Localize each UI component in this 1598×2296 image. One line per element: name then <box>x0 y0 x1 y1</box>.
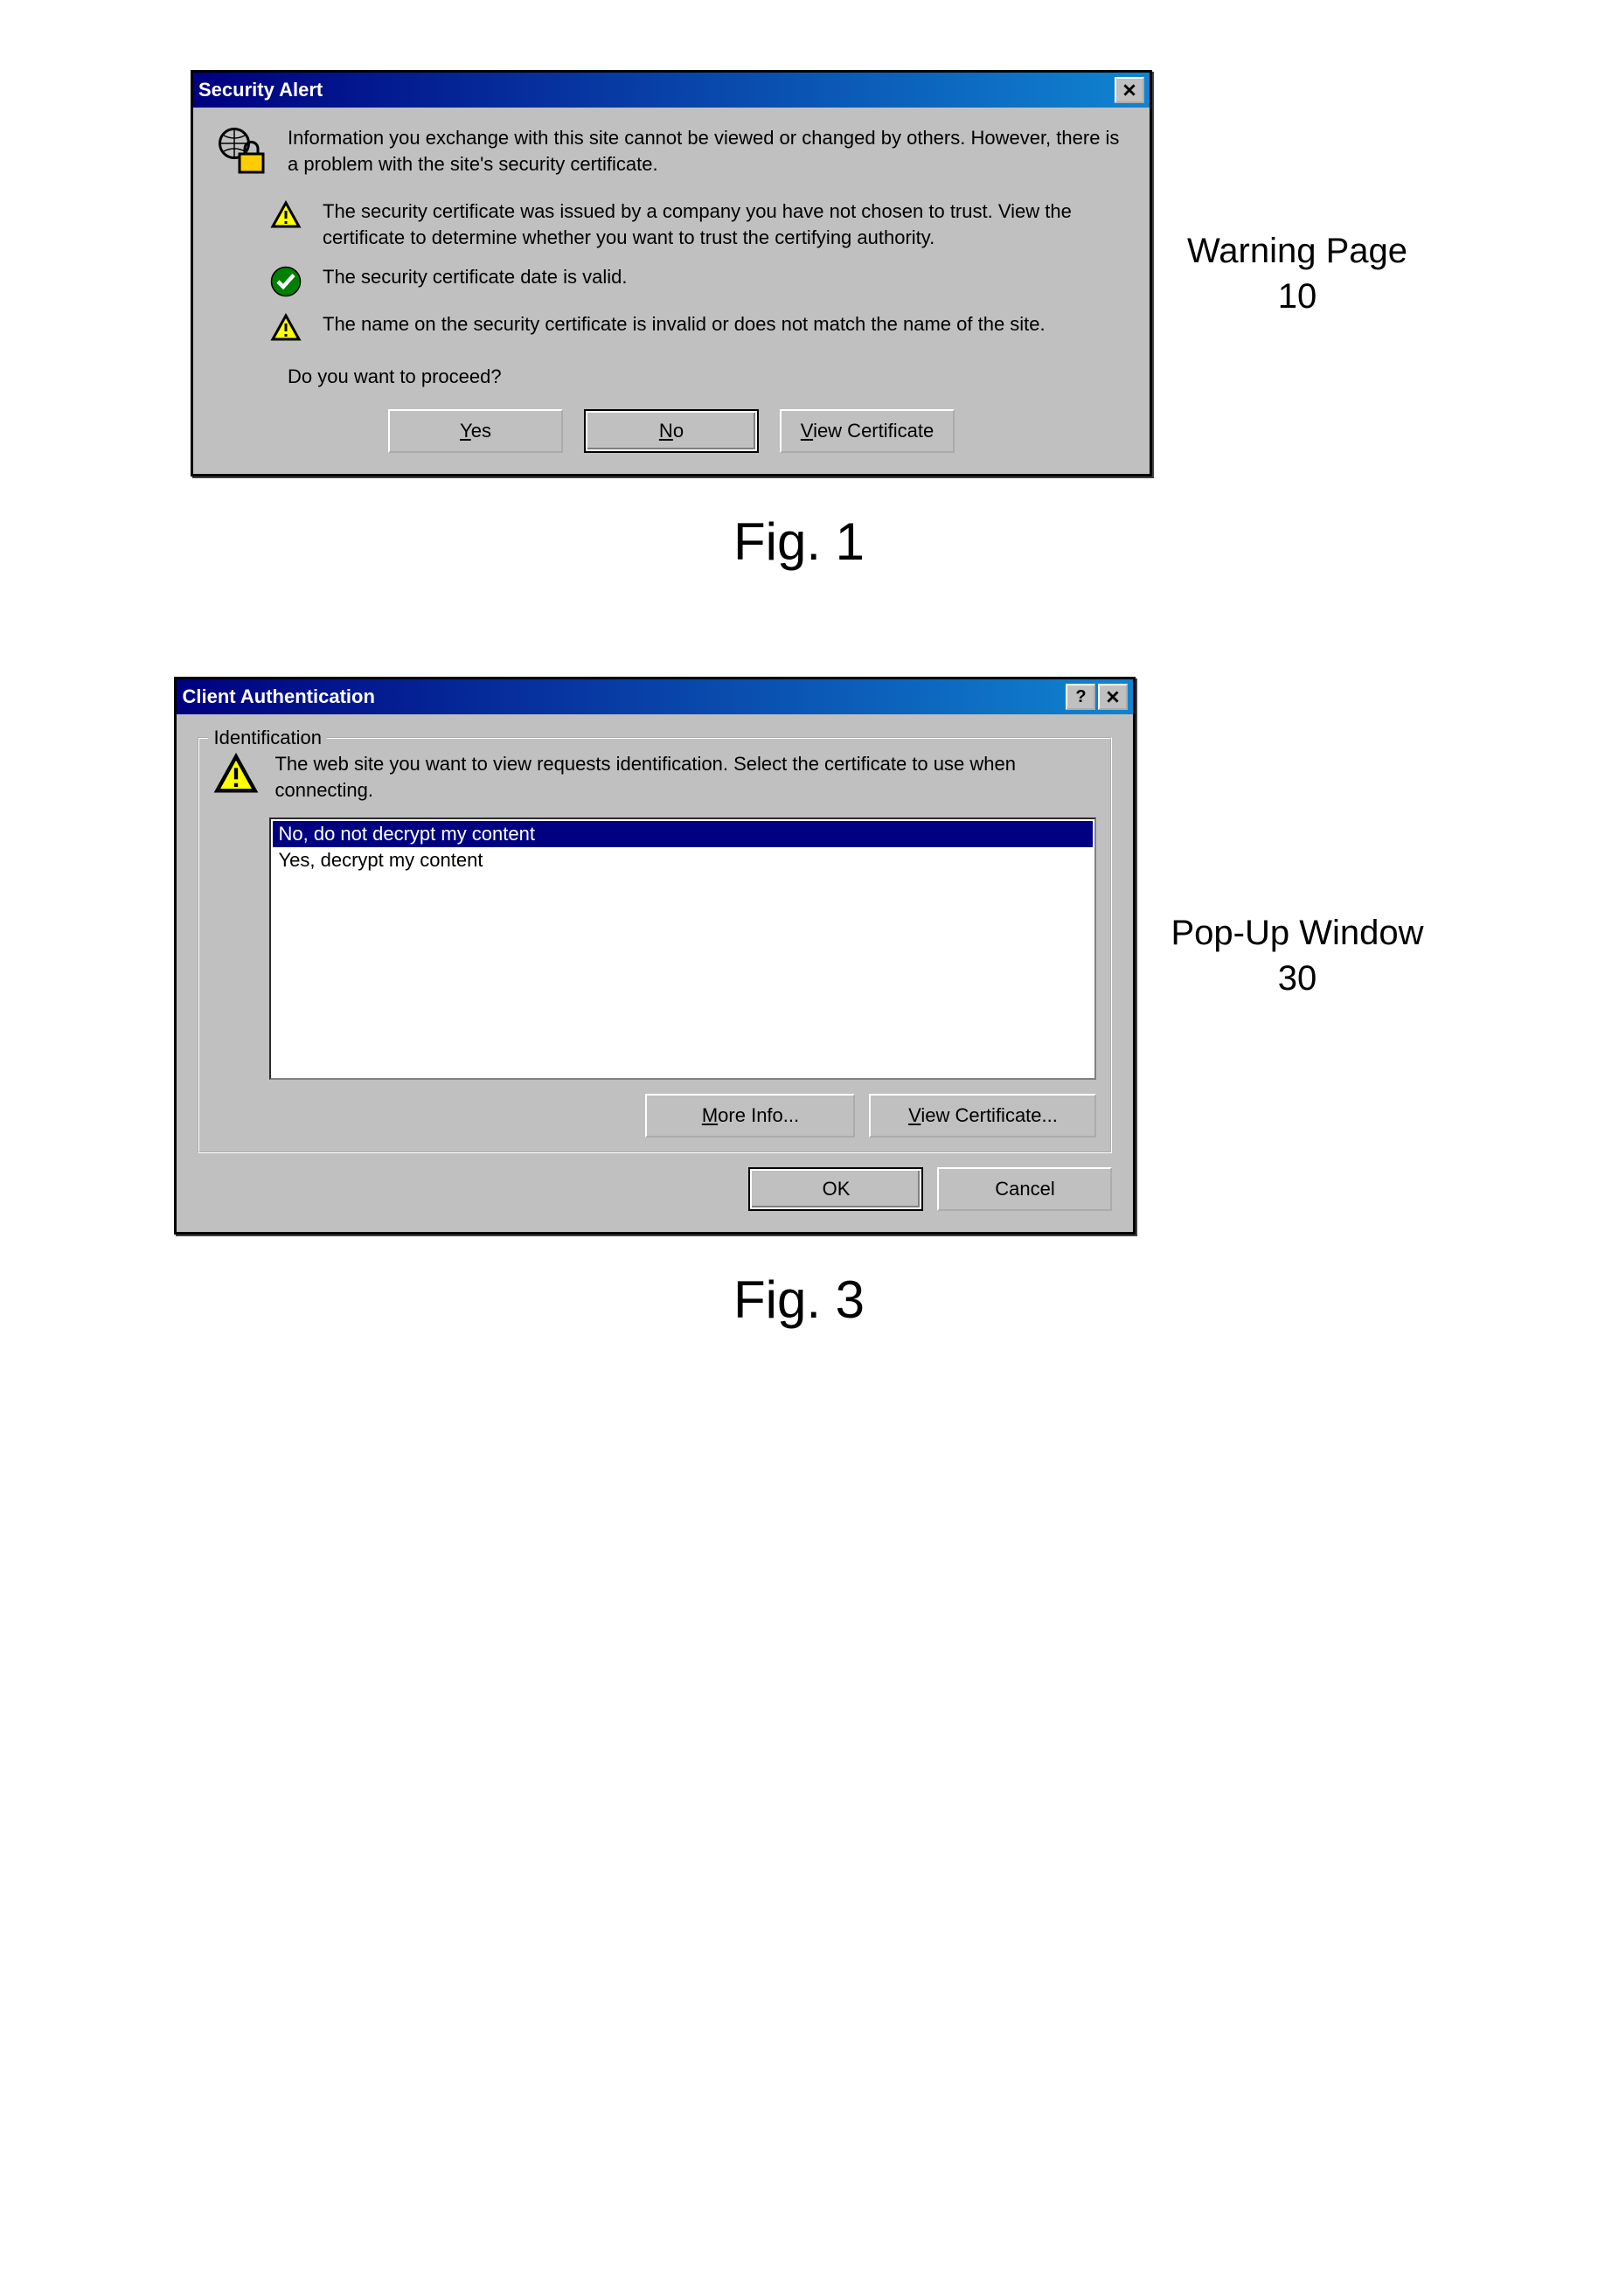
ok-label: OK <box>823 1178 851 1200</box>
proceed-text: Do you want to proceed? <box>288 365 1129 388</box>
more-info-button[interactable]: More Info... <box>645 1094 855 1138</box>
identification-group: Identification The web site you want to … <box>198 737 1112 1152</box>
side-annotation: Pop-Up Window 30 <box>1171 910 1423 1001</box>
view-certificate-button[interactable]: View Certificate... <box>869 1094 1096 1138</box>
side-annotation-line1: Warning Page <box>1187 228 1407 274</box>
cert-date-text: The security certificate date is valid. <box>323 264 627 297</box>
dialog-body: Information you exchange with this site … <box>193 108 1150 474</box>
certificate-listbox[interactable]: No, do not decrypt my content Yes, decry… <box>269 818 1096 1080</box>
intro-text: Information you exchange with this site … <box>288 125 1129 177</box>
checkmark-icon <box>270 266 302 297</box>
close-icon[interactable] <box>1115 77 1144 103</box>
warning-icon <box>270 200 302 232</box>
no-button[interactable]: No <box>584 409 759 453</box>
cert-issuer-row: The security certificate was issued by a… <box>270 198 1129 250</box>
title-text: Client Authentication <box>182 685 1063 708</box>
client-auth-dialog: Client Authentication ? Identification <box>174 677 1136 1234</box>
view-certificate-label: View Certificate... <box>908 1104 1058 1127</box>
figure-caption: Fig. 1 <box>733 511 865 572</box>
titlebar: Client Authentication ? <box>177 679 1133 714</box>
instructions-text: The web site you want to view requests i… <box>274 751 1096 803</box>
help-icon[interactable]: ? <box>1066 684 1095 710</box>
cert-name-row: The name on the security certificate is … <box>270 311 1129 344</box>
no-button-label: No <box>659 420 684 442</box>
group-title: Identification <box>208 727 327 749</box>
side-annotation-line2: 30 <box>1171 956 1423 1001</box>
titlebar: Security Alert <box>193 73 1150 108</box>
view-certificate-label: View Certificate <box>801 420 934 442</box>
ok-button[interactable]: OK <box>748 1167 923 1211</box>
security-alert-dialog: Security Alert <box>191 70 1152 477</box>
view-certificate-button[interactable]: View Certificate <box>780 409 955 453</box>
figure-caption: Fig. 3 <box>733 1270 865 1330</box>
lock-globe-icon <box>214 125 270 177</box>
yes-button-label: Yes <box>460 420 491 442</box>
cert-issuer-text: The security certificate was issued by a… <box>323 198 1129 250</box>
title-text: Security Alert <box>198 79 1112 101</box>
cert-name-text: The name on the security certificate is … <box>323 311 1046 344</box>
side-annotation-line1: Pop-Up Window <box>1171 910 1423 956</box>
dialog-body: Identification The web site you want to … <box>177 714 1133 1231</box>
more-info-label: More Info... <box>702 1104 799 1127</box>
list-item[interactable]: No, do not decrypt my content <box>273 821 1093 847</box>
warning-icon <box>213 753 259 798</box>
side-annotation-line2: 10 <box>1187 274 1407 319</box>
cert-date-row: The security certificate date is valid. <box>270 264 1129 297</box>
cancel-button[interactable]: Cancel <box>937 1167 1112 1211</box>
side-annotation: Warning Page 10 <box>1187 228 1407 319</box>
warning-icon <box>270 313 302 344</box>
cancel-label: Cancel <box>995 1178 1054 1200</box>
list-item[interactable]: Yes, decrypt my content <box>273 847 1093 873</box>
yes-button[interactable]: Yes <box>388 409 563 453</box>
close-icon[interactable] <box>1098 684 1128 710</box>
